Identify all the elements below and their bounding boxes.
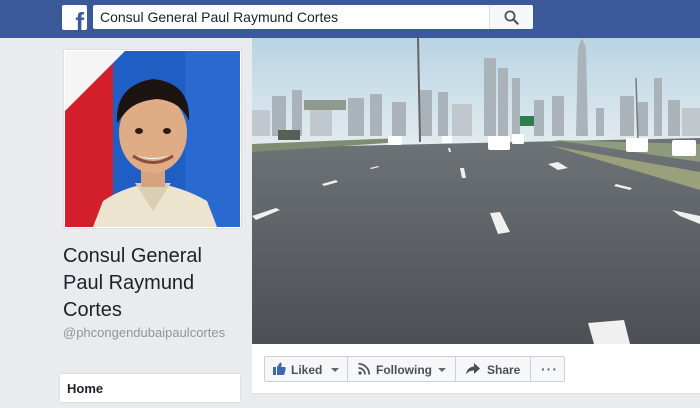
page-username[interactable]: @phcongendubaipaulcortes (63, 325, 241, 340)
rss-icon (358, 363, 370, 375)
chevron-down-icon (331, 368, 339, 372)
following-label: Following (376, 363, 432, 377)
top-navigation-bar: f Consul General Paul Raymund Cortes (0, 0, 700, 38)
following-button[interactable]: Following (347, 356, 456, 382)
sidebar-item-label: Home (67, 381, 104, 396)
search-button[interactable] (489, 5, 533, 29)
more-options-button[interactable]: ··· (530, 356, 565, 382)
page-title: Consul General Paul Raymund Cortes (63, 245, 202, 321)
liked-label: Liked (291, 363, 323, 377)
share-button[interactable]: Share (455, 356, 531, 382)
facebook-logo-icon[interactable]: f (62, 5, 87, 30)
profile-photo (65, 51, 240, 227)
search-input[interactable]: Consul General Paul Raymund Cortes (100, 9, 338, 25)
sidebar-item-home[interactable]: Home (59, 373, 241, 403)
page-action-bar: Liked Following Share ··· (252, 344, 700, 394)
chevron-down-icon (438, 368, 446, 372)
highway-city-photo (252, 38, 700, 344)
profile-picture[interactable] (63, 49, 242, 229)
share-arrow-icon (466, 363, 480, 375)
liked-button[interactable]: Liked (264, 356, 348, 382)
cover-photo[interactable] (252, 38, 700, 344)
thumbs-up-icon (273, 362, 286, 375)
search-icon (504, 10, 519, 25)
more-dots-icon: ··· (541, 361, 558, 377)
share-label: Share (487, 363, 521, 377)
search-bar[interactable]: Consul General Paul Raymund Cortes (93, 5, 533, 29)
